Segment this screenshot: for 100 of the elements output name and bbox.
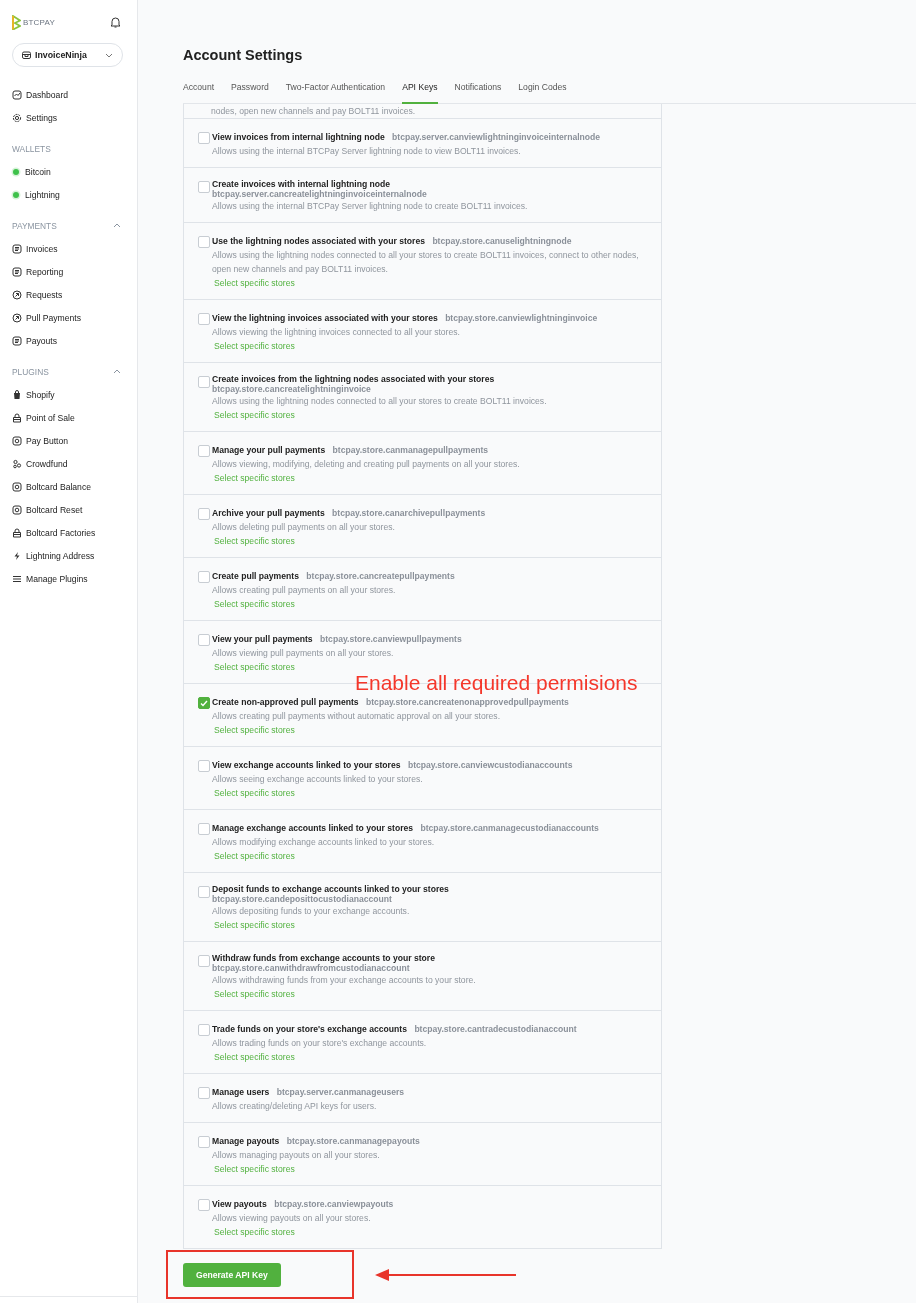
permission-title: Manage users bbox=[212, 1087, 270, 1097]
tab[interactable]: Account bbox=[183, 79, 215, 104]
nav-item[interactable]: Pay Button bbox=[12, 429, 69, 452]
ring-square-icon bbox=[12, 481, 22, 492]
checkbox[interactable] bbox=[198, 313, 210, 325]
checkbox[interactable] bbox=[198, 697, 210, 709]
permission-description: Allows seeing exchange accounts linked to your stores. bbox=[212, 773, 424, 786]
settings-icon bbox=[12, 112, 22, 123]
permission-title: Trade funds on your store's exchange accounts bbox=[212, 1024, 407, 1034]
permission-title: View invoices from internal lightning node bbox=[212, 132, 385, 142]
permission-description: Allows creating pull payments without automatic approval on all your stores. bbox=[212, 710, 502, 723]
checkbox[interactable] bbox=[198, 508, 210, 520]
permission-description: Allows deleting pull payments on all your stores. bbox=[212, 521, 396, 534]
section-heading: PLUGINS bbox=[12, 366, 49, 377]
checkbox[interactable] bbox=[198, 955, 210, 967]
nav-item[interactable]: Settings bbox=[12, 106, 58, 129]
permission-title: Create pull payments bbox=[212, 571, 299, 581]
basket-icon bbox=[12, 412, 22, 423]
checkbox[interactable] bbox=[198, 445, 210, 457]
permission-description: Allows viewing, modifying, deleting and creating pull payments on all your stores. bbox=[212, 458, 521, 471]
tab[interactable]: Notifications bbox=[454, 79, 502, 104]
permission-code: btcpay.server.canviewlightninginvoiceinternalnode bbox=[392, 132, 601, 142]
checkbox[interactable] bbox=[198, 1024, 210, 1036]
permission-description: Allows using the internal BTCPay Server lightning node to view BOLT11 invoices. bbox=[212, 145, 522, 158]
nav-item[interactable]: Reporting bbox=[12, 260, 64, 283]
permission-title: Use the lightning nodes associated with your stores bbox=[212, 236, 425, 246]
chevron-down-icon bbox=[105, 52, 113, 58]
nav-item[interactable]: Requests bbox=[12, 283, 63, 306]
chevron-up-icon[interactable] bbox=[113, 369, 121, 374]
permission-description: Allows managing payouts on all your stores. bbox=[212, 1149, 381, 1162]
checkbox[interactable] bbox=[198, 571, 210, 583]
checkbox[interactable] bbox=[198, 1199, 210, 1211]
permission-description: Allows using the lightning nodes connected to all your stores to create BOLT11 invoices, connect to other nodes, open new channels and pay BOLT11 invoices. bbox=[212, 249, 640, 276]
nav-item[interactable]: Lightning bbox=[12, 183, 60, 206]
permission-title: Create invoices from the lightning nodes associated with your stores bbox=[212, 374, 495, 384]
checkbox[interactable] bbox=[198, 132, 210, 144]
permission-description: Allows viewing payouts on all your stores. bbox=[212, 1212, 372, 1225]
checkbox[interactable] bbox=[198, 634, 210, 646]
permission-code: btcpay.store.canmanagecustodianaccounts bbox=[420, 823, 599, 833]
nav-item[interactable]: Manage Plugins bbox=[12, 567, 88, 590]
nav-item[interactable]: Boltcard Reset bbox=[12, 498, 83, 521]
permission-code: btcpay.store.canmanagepayouts bbox=[286, 1136, 420, 1146]
arrow-circle-icon bbox=[12, 312, 22, 323]
permission-title: View exchange accounts linked to your stores bbox=[212, 760, 401, 770]
permission-code: btcpay.store.canviewpayouts bbox=[274, 1199, 394, 1209]
menu-lines-icon bbox=[12, 573, 22, 584]
nav-item[interactable]: Point of Sale bbox=[12, 406, 75, 429]
permission-title: Create non-approved pull payments bbox=[212, 697, 359, 707]
checkbox[interactable] bbox=[198, 886, 210, 898]
permission-title: Archive your pull payments bbox=[212, 508, 325, 518]
checkbox[interactable] bbox=[198, 1087, 210, 1099]
permission-description: Allows trading funds on your store's exchange accounts. bbox=[212, 1037, 428, 1050]
store-selector[interactable]: InvoiceNinja bbox=[12, 43, 123, 67]
store-icon bbox=[22, 51, 31, 59]
permission-code: btcpay.store.canviewcustodianaccounts bbox=[407, 760, 573, 770]
tab[interactable]: API Keys bbox=[402, 79, 438, 104]
checkbox[interactable] bbox=[198, 823, 210, 835]
permission-code: btcpay.store.cancreatenonapprovedpullpayments bbox=[366, 697, 569, 707]
permission-description: nodes, open new channels and pay BOLT11 invoices. bbox=[211, 105, 416, 118]
nav-item[interactable]: Boltcard Balance bbox=[12, 475, 91, 498]
permission-description: Allows viewing pull payments on all your stores. bbox=[212, 647, 395, 660]
permission-code: btcpay.store.canviewlightninginvoice bbox=[445, 313, 598, 323]
nav-item[interactable]: Pull Payments bbox=[12, 306, 81, 329]
permission-description: Allows withdrawing funds from your exchange accounts to your store. bbox=[212, 974, 477, 987]
people-icon bbox=[12, 458, 22, 469]
permission-code: btcpay.store.canuselightningnode bbox=[432, 236, 572, 246]
chevron-up-icon[interactable] bbox=[113, 223, 121, 228]
tab[interactable]: Two-Factor Authentication bbox=[285, 79, 386, 104]
nav-item[interactable]: Invoices bbox=[12, 237, 58, 260]
permission-title: View the lightning invoices associated with your stores bbox=[212, 313, 438, 323]
nav-item[interactable]: Boltcard Factories bbox=[12, 521, 96, 544]
permission-title: Manage your pull payments bbox=[212, 445, 326, 455]
section-heading: PAYMENTS bbox=[12, 220, 57, 231]
nav-item[interactable]: Lightning Address bbox=[12, 544, 95, 567]
document-icon bbox=[12, 243, 22, 254]
ring-square-icon bbox=[12, 435, 22, 446]
checkbox[interactable] bbox=[198, 760, 210, 772]
nav-item[interactable]: Crowdfund bbox=[12, 452, 68, 475]
page-title: Account Settings bbox=[183, 46, 304, 64]
tab[interactable]: Login Codes bbox=[518, 79, 567, 104]
permission-code: btcpay.store.cancreatepullpayments bbox=[306, 571, 455, 581]
section-heading: WALLETS bbox=[12, 143, 51, 154]
permission-code: btcpay.server.canmanageusers bbox=[276, 1087, 405, 1097]
checkbox[interactable] bbox=[198, 1136, 210, 1148]
permission-description: Allows modifying exchange accounts linked to your stores. bbox=[212, 836, 436, 849]
permission-code: btcpay.store.canviewpullpayments bbox=[320, 634, 462, 644]
bag-icon bbox=[12, 389, 22, 400]
nav-item[interactable]: Bitcoin bbox=[12, 160, 51, 183]
checkbox[interactable] bbox=[198, 376, 210, 388]
logo-text: BTCPAY bbox=[23, 17, 56, 27]
permission-description: Allows using the lightning nodes connected to all your stores to create BOLT11 invoices. bbox=[212, 395, 548, 408]
bell-icon bbox=[110, 16, 121, 28]
nav-item[interactable]: Shopify bbox=[12, 383, 55, 406]
permission-title: Withdraw funds from exchange accounts to your store bbox=[212, 953, 435, 963]
checkbox[interactable] bbox=[198, 236, 210, 248]
checkbox[interactable] bbox=[198, 181, 210, 193]
nav-item[interactable]: Payouts bbox=[12, 329, 58, 352]
tab[interactable]: Password bbox=[231, 79, 269, 104]
nav-item[interactable]: Dashboard bbox=[12, 83, 69, 106]
permission-description: Allows creating/deleting API keys for users. bbox=[212, 1100, 378, 1113]
